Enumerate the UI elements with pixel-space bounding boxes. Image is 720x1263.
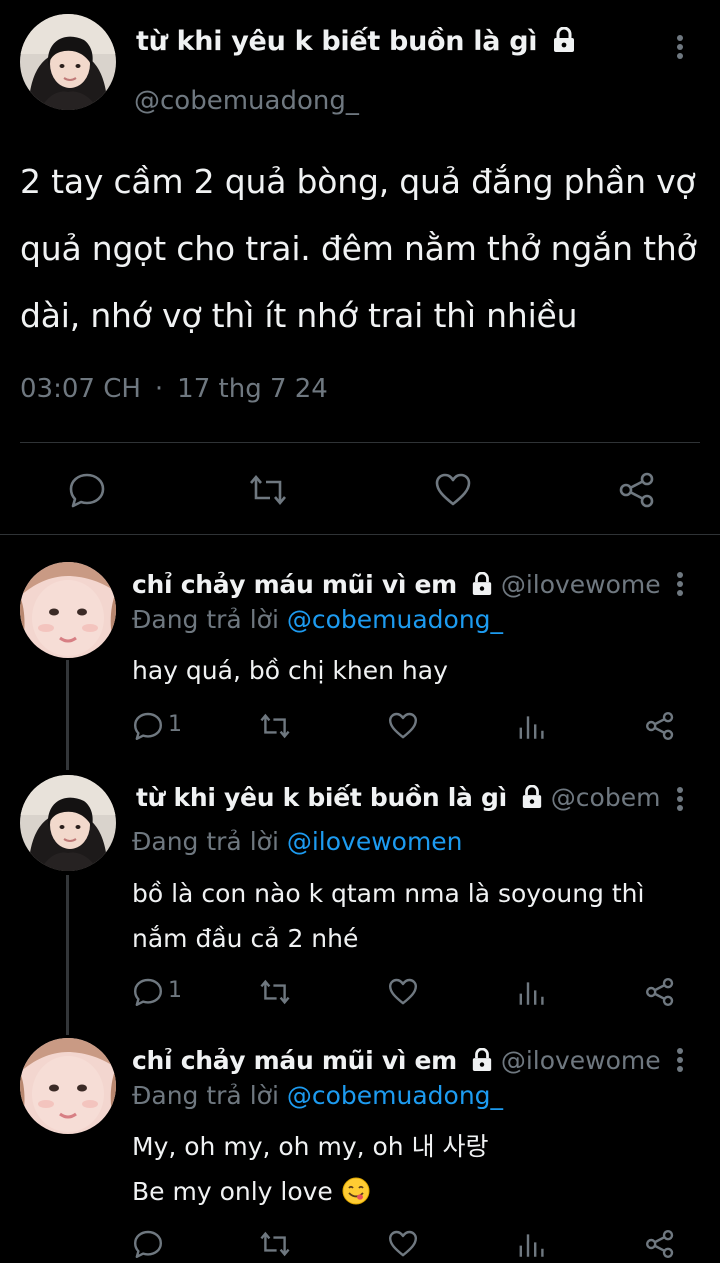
- share-icon[interactable]: [644, 710, 676, 742]
- tweet-time: 03:07 CH: [20, 374, 141, 404]
- reply-count: 1: [168, 712, 182, 737]
- views-icon[interactable]: [516, 1228, 548, 1260]
- thread-line: [66, 660, 69, 770]
- like-icon[interactable]: [387, 976, 419, 1008]
- lock-icon: [472, 572, 492, 595]
- main-handle[interactable]: @cobemuadong_: [134, 86, 359, 116]
- divider: [20, 442, 700, 443]
- reply-handle: @ilovewome...: [500, 1046, 662, 1075]
- more-options-icon[interactable]: [677, 787, 683, 811]
- like-icon[interactable]: [433, 470, 473, 510]
- reply-header[interactable]: từ khi yêu k biết buồn là gì @cobem...: [132, 783, 662, 812]
- lock-icon: [522, 785, 542, 808]
- retweet-icon[interactable]: [259, 710, 291, 742]
- reply-text-line: My, oh my, oh my, oh 내 사랑: [132, 1132, 489, 1161]
- reply-handle: @cobem...: [550, 783, 662, 812]
- replying-to-label: Đang trả lời: [132, 827, 279, 856]
- replying-to: Đang trả lời @ilovewomen: [132, 827, 463, 856]
- reply-avatar[interactable]: [20, 1038, 116, 1134]
- yum-emoji-icon: [342, 1177, 370, 1205]
- replying-to-mention[interactable]: @ilovewomen: [287, 827, 463, 856]
- section-divider: [0, 534, 720, 535]
- retweet-icon[interactable]: [259, 1228, 291, 1260]
- lock-icon: [554, 27, 575, 52]
- views-icon[interactable]: [516, 710, 548, 742]
- reply-icon[interactable]: [132, 710, 164, 742]
- views-icon[interactable]: [516, 976, 548, 1008]
- main-tweet-text: 2 tay cầm 2 quả bòng, quả đắng phần vợ q…: [20, 162, 697, 335]
- reply-avatar[interactable]: [20, 775, 116, 871]
- lock-icon: [472, 1048, 492, 1071]
- tweet-date: 17 thg 7 24: [177, 374, 328, 404]
- reply-icon[interactable]: [132, 1228, 164, 1260]
- reply-avatar[interactable]: [20, 562, 116, 658]
- reply-text-line: hay quá, bồ chị khen hay: [132, 656, 448, 685]
- reply-text: bồ là con nào k qtam nma là soyoung thì …: [132, 871, 692, 961]
- like-icon[interactable]: [387, 710, 419, 742]
- more-options-icon[interactable]: [677, 572, 683, 596]
- reply-text-line: nắm đầu cả 2 nhé: [132, 924, 359, 953]
- reply-icon[interactable]: [67, 470, 107, 510]
- replying-to-mention[interactable]: @cobemuadong_: [287, 605, 503, 634]
- reply-text-line: Be my only love: [132, 1177, 333, 1206]
- share-icon[interactable]: [617, 470, 657, 510]
- replying-to-label: Đang trả lời: [132, 1081, 279, 1110]
- share-icon[interactable]: [644, 976, 676, 1008]
- reply-count: 1: [168, 978, 182, 1003]
- tweet-meta: 03:07 CH · 17 thg 7 24: [20, 374, 328, 404]
- more-options-icon[interactable]: [677, 35, 683, 59]
- main-display-name[interactable]: từ khi yêu k biết buồn là gì: [136, 26, 576, 57]
- reply-header[interactable]: chỉ chảy máu mũi vì em @ilovewome...: [132, 570, 662, 599]
- reply-icon[interactable]: [132, 976, 164, 1008]
- reply-display-name: từ khi yêu k biết buồn là gì: [136, 783, 507, 812]
- main-avatar[interactable]: [20, 14, 116, 110]
- reply-text-line: bồ là con nào k qtam nma là soyoung thì: [132, 879, 645, 908]
- reply-text: My, oh my, oh my, oh 내 사랑 Be my only lov…: [132, 1124, 692, 1214]
- reply-display-name: chỉ chảy máu mũi vì em: [132, 1046, 457, 1075]
- replying-to-mention[interactable]: @cobemuadong_: [287, 1081, 503, 1110]
- share-icon[interactable]: [644, 1228, 676, 1260]
- reply-handle: @ilovewome...: [500, 570, 662, 599]
- reply-display-name: chỉ chảy máu mũi vì em: [132, 570, 457, 599]
- replying-to: Đang trả lời @cobemuadong_: [132, 605, 503, 634]
- replying-to: Đang trả lời @cobemuadong_: [132, 1081, 503, 1110]
- reply-header[interactable]: chỉ chảy máu mũi vì em @ilovewome...: [132, 1046, 662, 1075]
- meta-separator: ·: [154, 374, 164, 404]
- more-options-icon[interactable]: [677, 1048, 683, 1072]
- retweet-icon[interactable]: [259, 976, 291, 1008]
- retweet-icon[interactable]: [248, 470, 288, 510]
- thread-line: [66, 875, 69, 1035]
- like-icon[interactable]: [387, 1228, 419, 1260]
- reply-text: hay quá, bồ chị khen hay: [132, 648, 692, 693]
- reply-text-line-with-emoji: Be my only love: [132, 1169, 692, 1214]
- replying-to-label: Đang trả lời: [132, 605, 279, 634]
- main-display-name-text: từ khi yêu k biết buồn là gì: [136, 26, 538, 57]
